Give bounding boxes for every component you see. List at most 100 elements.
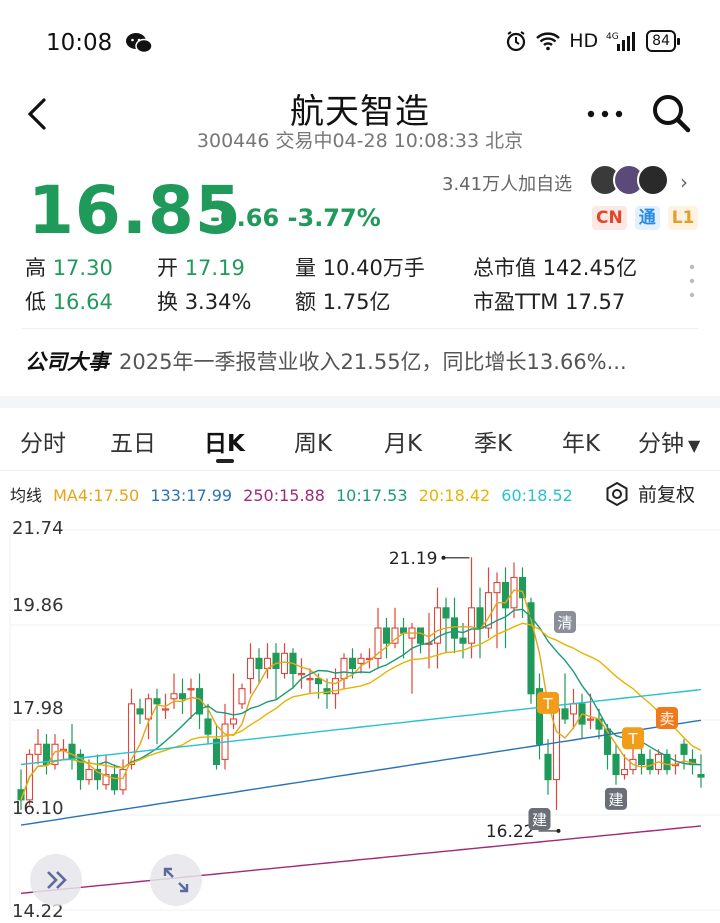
candle-body [178, 693, 187, 700]
ma-legend-label: 均线 [10, 486, 43, 505]
candle-body [204, 718, 212, 735]
chevron-right-icon[interactable]: › [680, 170, 688, 194]
trade-marker[interactable]: 建 [528, 808, 551, 831]
y-tick-label: 21.74 [12, 518, 64, 539]
candle-body [476, 607, 484, 629]
metric-value: 142.45亿 [542, 256, 638, 280]
more-icon[interactable] [585, 108, 625, 120]
trade-marker[interactable]: 卖 [656, 706, 678, 729]
price-change: -0.66 -3.77% [210, 204, 381, 232]
trade-marker[interactable]: 清 [554, 610, 576, 633]
candle-body [399, 627, 408, 634]
metric-label: 量 [295, 256, 316, 280]
candle-body [586, 718, 595, 721]
trade-marker[interactable]: 建 [605, 787, 627, 810]
ma-item: 20:18.42 [418, 486, 491, 505]
badge-tong[interactable]: 通 [634, 206, 660, 230]
metric-value: 17.19 [184, 256, 245, 280]
trade-marker-label: 卖 [659, 710, 674, 728]
candle-body [544, 753, 552, 781]
trade-marker-label: 建 [532, 811, 547, 829]
candle-body [246, 657, 255, 680]
restore-label: 前复权 [638, 484, 696, 506]
y-tick-label: 16.10 [12, 798, 64, 819]
candle-body [110, 774, 119, 791]
company-news[interactable]: 公司大事 2025年一季报营业收入21.55亿，同比增长13.66%... [25, 346, 705, 382]
kline-chart[interactable]: 21.19 16.22 清 T T 卖建建 21.74 19.86 17.98 16.10… [0, 512, 720, 923]
trade-marker-label: T [627, 730, 638, 748]
tab-yuek[interactable]: 月K [384, 424, 422, 458]
stock-subtitle: 300446 交易中04-28 10:08:33 北京 [196, 130, 524, 152]
stock-header: 航天智造 300446 交易中04-28 10:08:33 北京 [0, 80, 720, 160]
scroll-forward-button[interactable] [30, 854, 82, 906]
double-chevron-right-icon [47, 871, 67, 889]
restore-adjust-button[interactable]: 前复权 [604, 480, 695, 507]
metric-amount: 额 1.75亿 [295, 286, 390, 316]
candle-body [697, 774, 705, 778]
trade-marker[interactable]: T [622, 727, 644, 750]
badge-cn[interactable]: CN [592, 206, 627, 230]
metric-value: 17.30 [52, 256, 113, 280]
tab-jik[interactable]: 季K [474, 424, 512, 458]
wifi-icon [536, 32, 561, 51]
metric-low: 低 16.64 [25, 286, 113, 316]
tab-fenzhong[interactable]: 分钟 ▼ [638, 424, 700, 458]
ma-item: 60:18.52 [501, 486, 573, 505]
metric-open: 开 17.19 [157, 252, 245, 282]
candle-body [161, 708, 170, 711]
ma-item: MA4:17.50 [53, 486, 140, 505]
expand-metrics-icon[interactable] [689, 263, 695, 303]
quote-panel: 16.85 -0.66 -3.77% 3.41万人加自选 › CN 通 L1 高… [0, 160, 720, 328]
metric-high: 高 17.30 [25, 252, 113, 282]
followers-count[interactable]: 3.41万人加自选 [442, 170, 572, 196]
alarm-icon [507, 31, 526, 52]
candle-body [85, 768, 93, 781]
candle-body [272, 652, 280, 670]
divider [22, 328, 698, 329]
tab-zhouk[interactable]: 周K [294, 424, 332, 458]
trade-marker-label: 清 [557, 614, 572, 632]
tab-fenshi[interactable]: 分时 [20, 424, 66, 458]
candle-body [255, 657, 263, 670]
metric-value: 16.64 [52, 290, 113, 314]
kline-svg: 21.1916.22清TT卖建建 [9, 529, 720, 911]
follower-avatars[interactable] [589, 164, 673, 196]
search-icon[interactable] [650, 92, 692, 134]
ma-item: 250:15.88 [243, 486, 325, 505]
candle-body [187, 688, 195, 691]
candle-body [561, 708, 569, 720]
candle-body [238, 688, 246, 705]
status-icons: HD 4G 84 [505, 30, 680, 52]
candle-body [620, 768, 629, 776]
candle-body [569, 703, 578, 715]
metric-label: 市盈TTM [473, 290, 559, 314]
avatar [637, 164, 669, 196]
metric-mktcap: 总市值 142.45亿 [473, 252, 637, 282]
fullscreen-button[interactable] [150, 854, 202, 906]
candle-body [382, 627, 391, 644]
ma-line-5 [20, 825, 702, 894]
min-price-label: 16.22 [486, 822, 535, 842]
badge-l1[interactable]: L1 [667, 206, 699, 230]
candle-body [348, 657, 357, 670]
candle-body [680, 743, 688, 755]
metric-label: 高 [25, 256, 46, 280]
metric-label: 额 [295, 290, 316, 314]
metric-label: 开 [157, 256, 178, 280]
tab-niank[interactable]: 年K [562, 424, 600, 458]
tab-rik[interactable]: 日K [204, 424, 245, 458]
candle-body [357, 657, 365, 664]
news-text: 2025年一季报营业收入21.55亿，同比增长13.66%... [119, 350, 627, 374]
candle-body [153, 698, 161, 705]
trade-marker[interactable]: T [537, 691, 559, 714]
candle-body [467, 607, 476, 644]
divider [0, 470, 720, 471]
candle-body [595, 718, 603, 730]
ma-item: 133:17.99 [150, 486, 233, 505]
signal-icon: 4G [606, 32, 636, 51]
candle-body [68, 743, 76, 760]
metric-turnover: 换 3.34% [157, 286, 251, 316]
tab-wuri[interactable]: 五日 [110, 424, 156, 458]
metric-value: 17.57 [565, 290, 626, 314]
candle-body [170, 693, 178, 700]
